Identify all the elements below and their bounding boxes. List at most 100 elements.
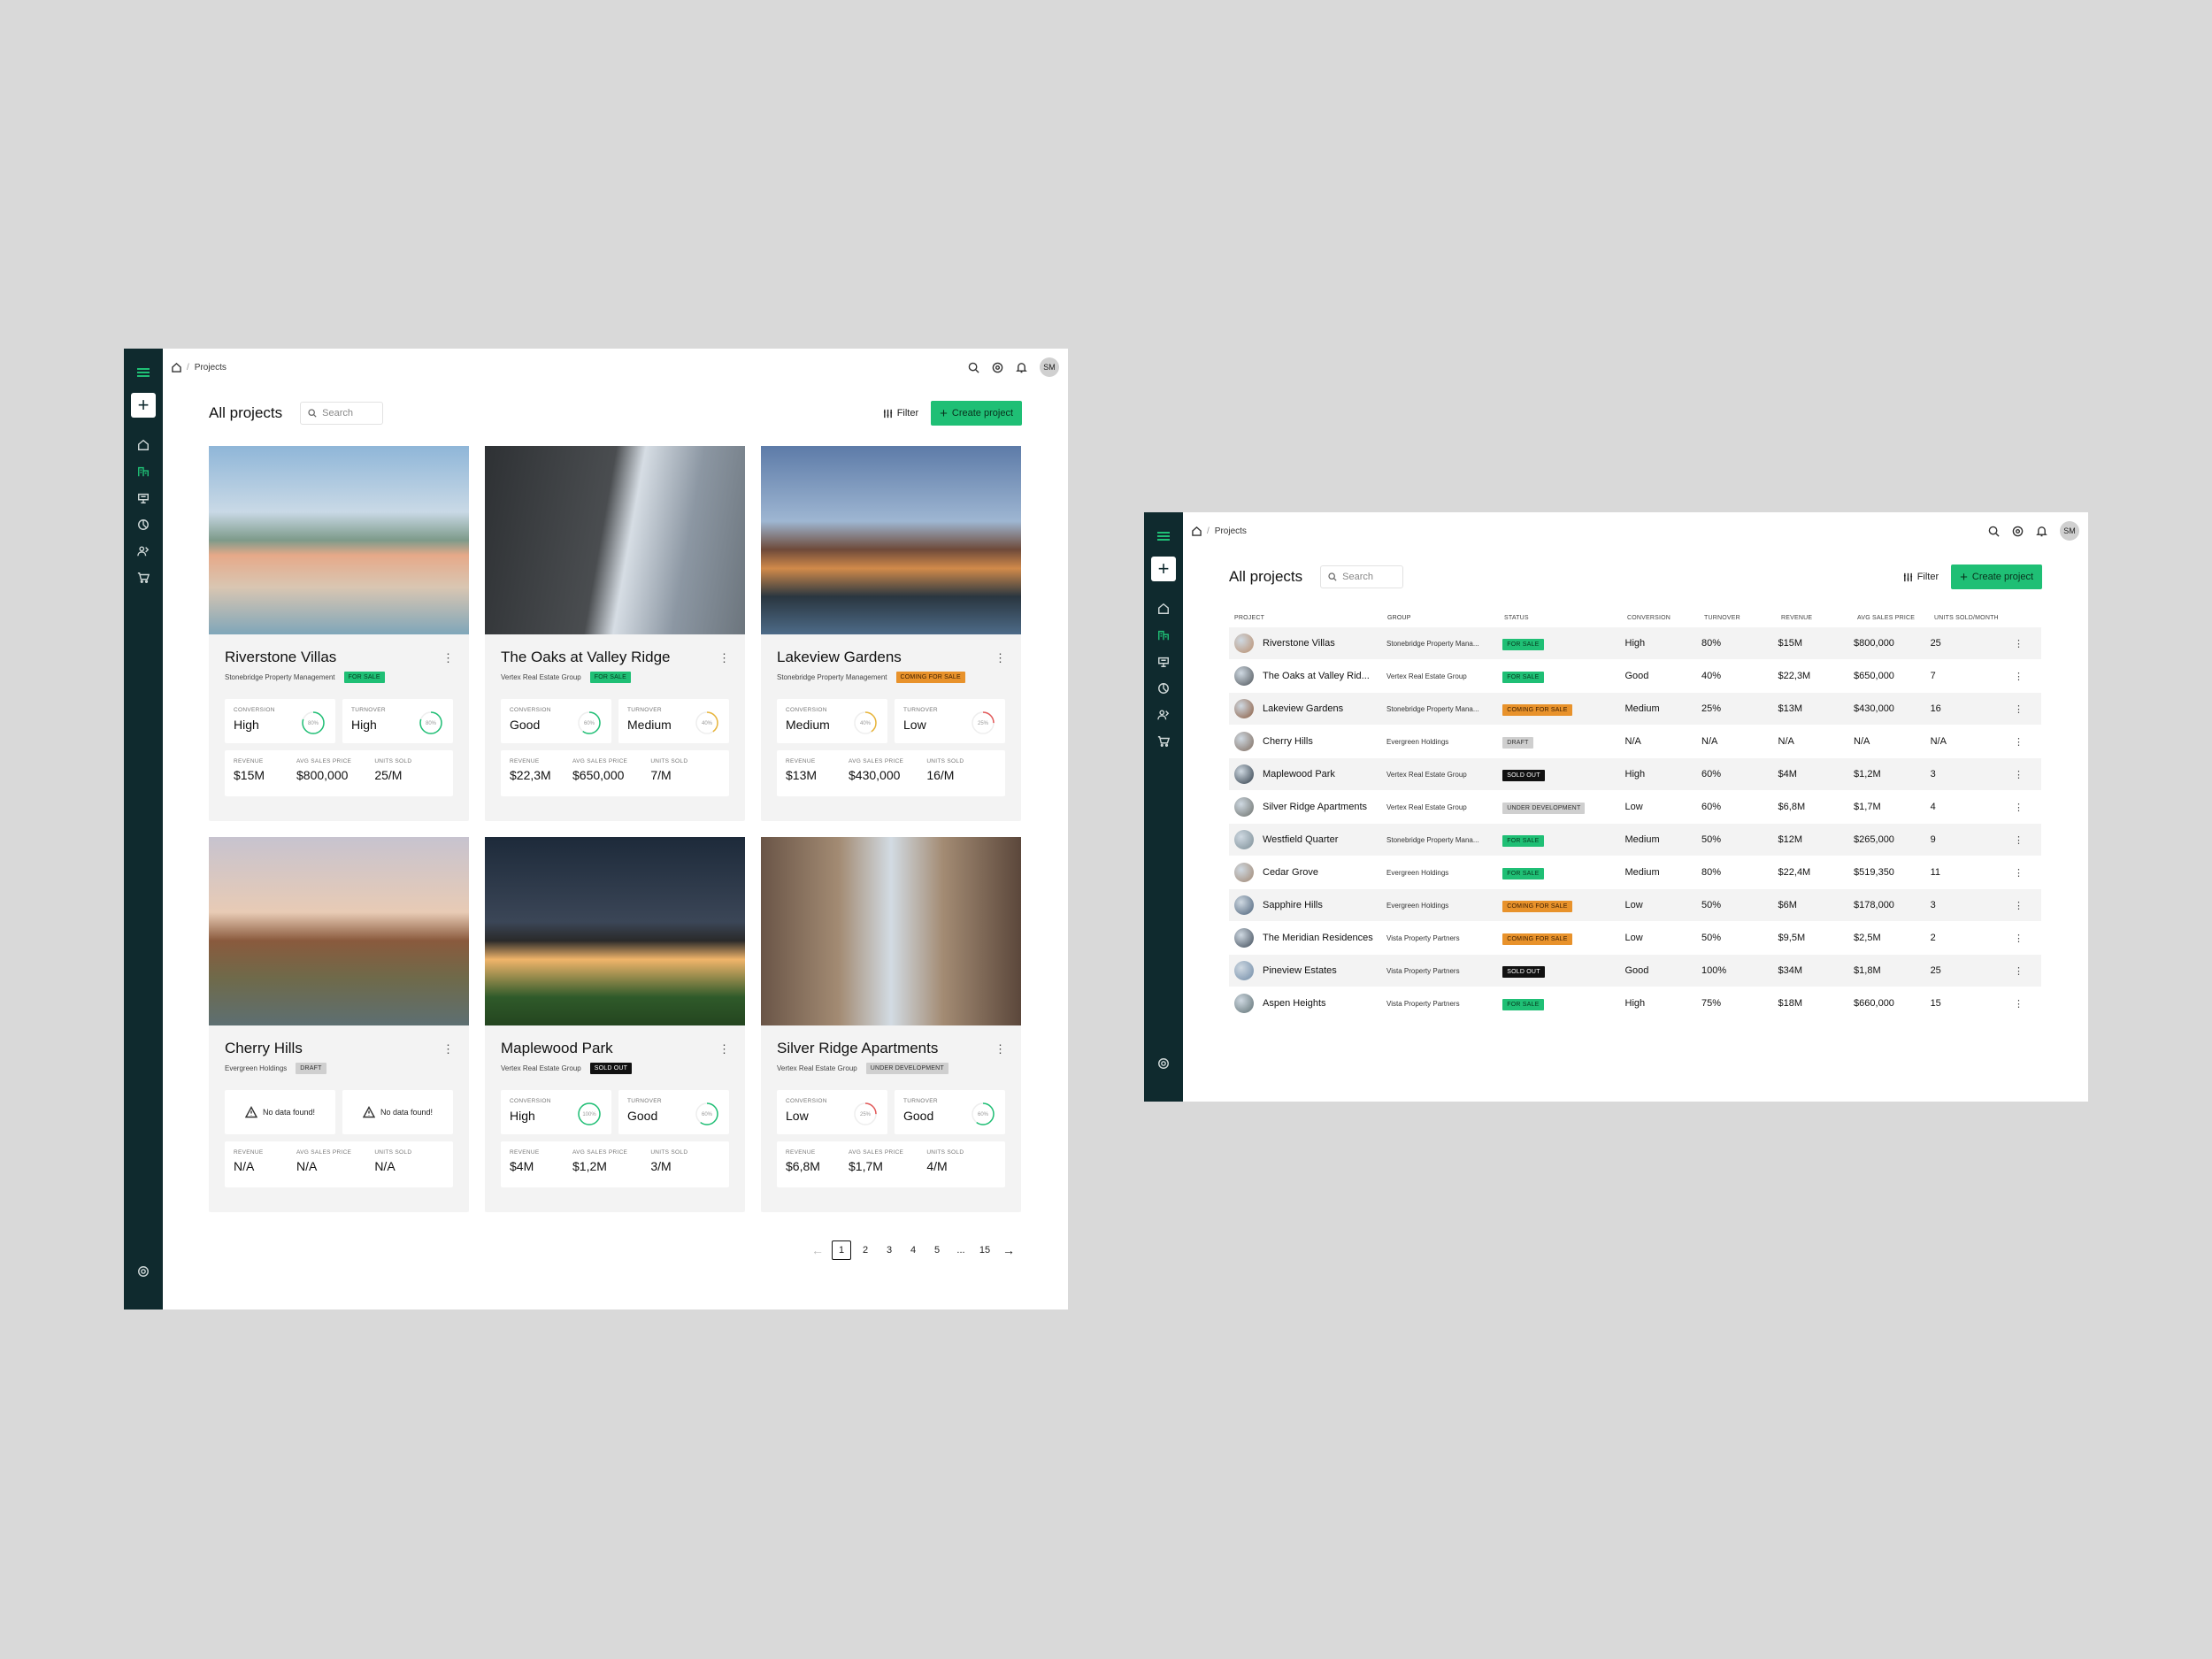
more-options-icon[interactable]: ⋮ xyxy=(2014,736,2041,748)
search-icon[interactable] xyxy=(968,362,979,373)
page-button[interactable]: 3 xyxy=(879,1240,899,1260)
buildings-icon[interactable] xyxy=(136,465,150,479)
table-row[interactable]: Maplewood Park Vertex Real Estate Group … xyxy=(1229,758,2041,791)
project-card[interactable]: Maplewood Park ⋮ Vertex Real Estate Grou… xyxy=(485,837,745,1212)
bell-icon[interactable] xyxy=(2036,526,2047,537)
table-row[interactable]: The Meridian Residences Vista Property P… xyxy=(1229,922,2041,955)
project-name[interactable]: Silver Ridge Apartments xyxy=(1263,801,1367,814)
project-name[interactable]: Silver Ridge Apartments xyxy=(777,1040,938,1057)
table-row[interactable]: Lakeview Gardens Stonebridge Property Ma… xyxy=(1229,693,2041,726)
users-icon[interactable] xyxy=(1156,708,1171,722)
page-button[interactable]: 1 xyxy=(832,1240,851,1260)
project-name[interactable]: Cherry Hills xyxy=(1263,735,1313,749)
more-options-icon[interactable]: ⋮ xyxy=(2014,900,2041,911)
page-button[interactable]: 15 xyxy=(975,1240,995,1260)
col-revenue[interactable]: REVENUE xyxy=(1781,615,1857,621)
search-input[interactable]: Search xyxy=(1320,565,1404,588)
page-button[interactable]: 2 xyxy=(856,1240,875,1260)
more-options-icon[interactable]: ⋮ xyxy=(995,652,1006,664)
home-icon[interactable] xyxy=(136,438,150,452)
menu-icon[interactable] xyxy=(1157,532,1170,541)
gear-icon[interactable] xyxy=(992,362,1003,373)
more-options-icon[interactable]: ⋮ xyxy=(718,652,730,664)
project-card[interactable]: The Oaks at Valley Ridge ⋮ Vertex Real E… xyxy=(485,446,745,821)
project-photo[interactable] xyxy=(485,837,745,1025)
table-row[interactable]: Silver Ridge Apartments Vertex Real Esta… xyxy=(1229,791,2041,824)
table-row[interactable]: Cherry Hills Evergreen Holdings DRAFT N/… xyxy=(1229,726,2041,758)
page-button[interactable]: 5 xyxy=(927,1240,947,1260)
filter-button[interactable]: Filter xyxy=(883,408,918,419)
more-options-icon[interactable]: ⋮ xyxy=(442,1043,454,1055)
settings-icon[interactable] xyxy=(1156,1056,1171,1071)
more-options-icon[interactable]: ⋮ xyxy=(2014,965,2041,977)
add-button[interactable]: + xyxy=(131,393,156,418)
project-name[interactable]: Riverstone Villas xyxy=(1263,637,1335,650)
table-row[interactable]: Riverstone Villas Stonebridge Property M… xyxy=(1229,627,2041,660)
table-row[interactable]: Pineview Estates Vista Property Partners… xyxy=(1229,955,2041,987)
table-row[interactable]: Sapphire Hills Evergreen Holdings COMING… xyxy=(1229,889,2041,922)
table-row[interactable]: Cedar Grove Evergreen Holdings FOR SALE … xyxy=(1229,856,2041,889)
project-name[interactable]: Cedar Grove xyxy=(1263,866,1318,879)
table-row[interactable]: The Oaks at Valley Rid... Vertex Real Es… xyxy=(1229,660,2041,693)
next-page-icon[interactable]: → xyxy=(999,1240,1018,1260)
more-options-icon[interactable]: ⋮ xyxy=(2014,769,2041,780)
project-name[interactable]: Westfield Quarter xyxy=(1263,833,1338,847)
project-card[interactable]: Cherry Hills ⋮ Evergreen Holdings DRAFT … xyxy=(209,837,469,1212)
project-card[interactable]: Riverstone Villas ⋮ Stonebridge Property… xyxy=(209,446,469,821)
project-photo[interactable] xyxy=(209,446,469,634)
more-options-icon[interactable]: ⋮ xyxy=(442,652,454,664)
analytics-icon[interactable] xyxy=(136,518,150,532)
users-icon[interactable] xyxy=(136,544,150,558)
create-project-button[interactable]: + Create project xyxy=(931,401,1022,426)
project-name[interactable]: Sapphire Hills xyxy=(1263,899,1323,912)
more-options-icon[interactable]: ⋮ xyxy=(2014,703,2041,715)
bell-icon[interactable] xyxy=(1016,362,1027,373)
project-name[interactable]: Aspen Heights xyxy=(1263,997,1326,1010)
page-button[interactable]: 4 xyxy=(903,1240,923,1260)
gear-icon[interactable] xyxy=(2012,526,2024,537)
col-avg-sales-price[interactable]: AVG SALES PRICE xyxy=(1857,615,1934,621)
avatar[interactable]: SM xyxy=(2060,521,2079,541)
project-name[interactable]: Riverstone Villas xyxy=(225,649,336,666)
project-name[interactable]: Lakeview Gardens xyxy=(1263,703,1343,716)
project-card[interactable]: Silver Ridge Apartments ⋮ Vertex Real Es… xyxy=(761,837,1021,1212)
project-name[interactable]: Cherry Hills xyxy=(225,1040,303,1057)
col-project[interactable]: PROJECT xyxy=(1229,615,1387,621)
presentation-icon[interactable] xyxy=(136,491,150,505)
more-options-icon[interactable]: ⋮ xyxy=(2014,933,2041,944)
more-options-icon[interactable]: ⋮ xyxy=(995,1043,1006,1055)
buildings-icon[interactable] xyxy=(1156,628,1171,642)
avatar[interactable]: SM xyxy=(1040,357,1059,377)
project-name[interactable]: The Meridian Residences xyxy=(1263,932,1373,945)
menu-icon[interactable] xyxy=(137,368,150,377)
project-name[interactable]: The Oaks at Valley Ridge xyxy=(501,649,671,666)
project-name[interactable]: Maplewood Park xyxy=(501,1040,613,1057)
filter-button[interactable]: Filter xyxy=(1903,572,1939,582)
home-icon[interactable] xyxy=(172,362,181,373)
project-photo[interactable] xyxy=(485,446,745,634)
analytics-icon[interactable] xyxy=(1156,681,1171,695)
col-units-sold[interactable]: UNITS SOLD/MONTH xyxy=(1934,615,2018,621)
more-options-icon[interactable]: ⋮ xyxy=(2014,998,2041,1010)
project-name[interactable]: The Oaks at Valley Rid... xyxy=(1263,670,1370,683)
cart-icon[interactable] xyxy=(136,571,150,585)
search-input[interactable]: Search xyxy=(300,402,384,425)
more-options-icon[interactable]: ⋮ xyxy=(2014,867,2041,879)
col-turnover[interactable]: TURNOVER xyxy=(1704,615,1781,621)
col-status[interactable]: STATUS xyxy=(1504,615,1627,621)
project-photo[interactable] xyxy=(761,837,1021,1025)
more-options-icon[interactable]: ⋮ xyxy=(2014,834,2041,846)
cart-icon[interactable] xyxy=(1156,734,1171,749)
table-row[interactable]: Westfield Quarter Stonebridge Property M… xyxy=(1229,824,2041,856)
project-name[interactable]: Lakeview Gardens xyxy=(777,649,902,666)
presentation-icon[interactable] xyxy=(1156,655,1171,669)
prev-page-icon[interactable]: ← xyxy=(808,1240,827,1260)
more-options-icon[interactable]: ⋮ xyxy=(2014,671,2041,682)
col-conversion[interactable]: CONVERSION xyxy=(1627,615,1704,621)
more-options-icon[interactable]: ⋮ xyxy=(718,1043,730,1055)
home-icon[interactable] xyxy=(1192,526,1202,536)
home-icon[interactable] xyxy=(1156,602,1171,616)
project-name[interactable]: Pineview Estates xyxy=(1263,964,1337,978)
project-photo[interactable] xyxy=(209,837,469,1025)
more-options-icon[interactable]: ⋮ xyxy=(2014,802,2041,813)
